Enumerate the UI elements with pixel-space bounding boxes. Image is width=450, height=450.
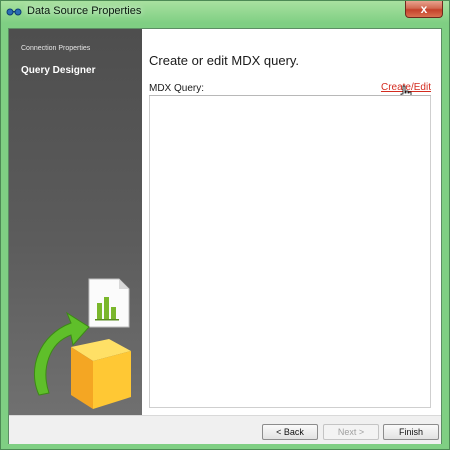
sidebar: Connection Properties Query Designer xyxy=(9,29,142,415)
close-button[interactable]: x xyxy=(405,1,443,18)
main-panel: Create or edit MDX query. MDX Query: Cre… xyxy=(142,29,441,415)
sidebar-item-query-designer[interactable]: Query Designer xyxy=(21,65,95,76)
chart-document-icon xyxy=(88,278,130,328)
title-bar[interactable]: Data Source Properties x xyxy=(1,1,449,23)
window-title: Data Source Properties xyxy=(27,5,142,17)
back-button[interactable]: < Back xyxy=(262,424,318,440)
finish-button[interactable]: Finish xyxy=(383,424,439,440)
dialog-client-area: Connection Properties Query Designer Cre… xyxy=(8,28,442,444)
cube-icon xyxy=(71,339,131,409)
mdx-query-textbox[interactable] xyxy=(149,96,431,408)
glasses-icon xyxy=(6,8,22,16)
next-button[interactable]: Next > xyxy=(323,424,379,440)
button-bar: < Back Next > Finish xyxy=(9,415,441,444)
dialog-window: Data Source Properties x Connection Prop… xyxy=(0,0,450,450)
wizard-illustration xyxy=(34,278,131,409)
sidebar-item-connection-properties[interactable]: Connection Properties xyxy=(21,45,90,52)
mdx-query-label: MDX Query: xyxy=(149,83,205,94)
page-heading: Create or edit MDX query. xyxy=(149,53,300,68)
close-icon: x xyxy=(420,2,428,16)
